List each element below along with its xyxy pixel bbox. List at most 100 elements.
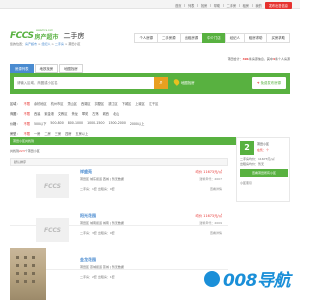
top-link-rent[interactable]: 租房 <box>243 3 249 8</box>
filter-option[interactable]: 文教区 <box>58 111 68 116</box>
free-post-button[interactable]: + 免费发布房源 <box>251 77 286 89</box>
listing-building-photo[interactable] <box>10 248 46 300</box>
filter-option[interactable]: 800-1000 <box>68 121 83 125</box>
filter-option[interactable]: 古荡 <box>92 111 98 116</box>
tab-secondhand[interactable]: 二手房源 <box>157 33 180 43</box>
listing-price: 均价 11673元/㎡ <box>195 170 222 174</box>
filter-option[interactable]: 不限 <box>24 101 30 106</box>
listing-title[interactable]: 阳光花园 <box>80 213 96 219</box>
sort-default[interactable]: 默认排序 <box>14 160 26 164</box>
sidebar-row: 出租房均价：暂无 <box>240 162 265 166</box>
breadcrumb-item[interactable]: 经纪人 <box>41 42 50 46</box>
filter-option[interactable]: 紫金港 <box>44 111 54 116</box>
filter-option[interactable]: 上城区 <box>135 101 145 106</box>
listing-meta: 二手房：1套 出租房：0套 <box>80 187 115 191</box>
listing-title[interactable]: 金龙花园 <box>80 257 96 263</box>
plus-icon: + <box>256 81 260 85</box>
top-link-home[interactable]: 首页 <box>175 3 181 8</box>
top-link-help[interactable]: 帮助 <box>214 3 220 8</box>
site-logo[interactable]: FCCS 房产超市 www.fccs.com 二手房 <box>10 29 85 41</box>
filter-key: 价格： <box>10 121 20 126</box>
filter-option[interactable]: 二房 <box>44 131 50 136</box>
filter-option[interactable]: 江干区 <box>149 101 159 106</box>
search-icon: ⌕ <box>159 79 163 86</box>
watermark: 008导航 <box>204 266 291 291</box>
filter-option[interactable]: 不限 <box>24 111 30 116</box>
breadcrumb-item[interactable]: 房产超市 <box>25 42 37 46</box>
search-button[interactable]: ⌕ <box>154 77 168 89</box>
tab-agent[interactable]: 经纪人 <box>224 33 244 43</box>
tab-buy-help[interactable]: 买房求助 <box>266 33 290 43</box>
filter-option[interactable]: 拱墅区 <box>95 101 105 106</box>
filter-option[interactable]: 下城区 <box>122 101 132 106</box>
listing-detail-link[interactable]: 查看详情 <box>210 187 222 191</box>
listing-price: 均价 11673元/㎡ <box>195 214 222 218</box>
divider <box>239 4 240 7</box>
filter-row-price: 价格： 不限 500以下 500-800 800-1000 1000-1500 … <box>10 118 290 128</box>
top-link-mine[interactable]: 我的 <box>256 3 262 8</box>
post-listing-button[interactable]: 发布出售信息 <box>264 2 292 9</box>
filter-option[interactable]: 1500-2000 <box>108 121 125 125</box>
window <box>24 264 27 267</box>
window <box>32 272 35 275</box>
top-link-find[interactable]: 找房 <box>201 3 207 8</box>
filter-option[interactable]: 五房以上 <box>75 131 88 136</box>
filter-option[interactable]: 一房 <box>34 131 40 136</box>
sidebar-row: 二手房均价：11673元/㎡ <box>240 157 275 161</box>
map-pin-icon <box>172 78 181 86</box>
listing-title[interactable]: 祥盛苑 <box>80 169 92 175</box>
breadcrumb: 您的位置：房产超市 > 经纪人 > 二手房 > 莆田小区 <box>10 42 81 46</box>
filter-option[interactable]: 杭州市区 <box>51 101 64 106</box>
listing-detail-link[interactable]: 查看详情 <box>210 231 222 235</box>
tab-agency[interactable]: 中介门店 <box>202 33 225 43</box>
breadcrumb-item[interactable]: 二手房 <box>55 42 64 46</box>
filter-row-district: 商圈： 不限 西溪 紫金港 文教区 黄龙 翠苑 古荡 城西 北山 <box>10 108 290 118</box>
filter-option[interactable]: 北山 <box>113 111 119 116</box>
top-bar: 首页 列表 找房 帮助 二手房 租房 我的 发布出售信息 <box>0 0 300 9</box>
filter-option[interactable]: 不限 <box>24 121 30 126</box>
free-post-label: 免费发布房源 <box>260 81 281 85</box>
subtab-subway[interactable]: 地铁找房 <box>34 64 59 73</box>
listing-year: 建筑年代：2009 <box>199 221 222 225</box>
filter-option[interactable]: 萧山区 <box>67 101 77 106</box>
filter-option[interactable]: 西湖区 <box>81 101 91 106</box>
top-link-secondhand[interactable]: 二手房 <box>227 3 237 8</box>
count-prefix: 共找到 <box>10 149 20 153</box>
listing-meta: 二手房：3套 出租房：0套 <box>80 231 115 235</box>
window <box>16 256 19 259</box>
filter-option[interactable]: 西溪 <box>34 111 40 116</box>
filter-option[interactable]: 2000以上 <box>130 121 145 126</box>
listing-address: 莆田区 城南街道 城南 | 暂无数据 <box>80 221 124 225</box>
top-link-list[interactable]: 列表 <box>188 3 194 8</box>
filter-option[interactable]: 余杭地区 <box>34 101 47 106</box>
listing-address: 莆田区 荔城街道 荔城 | 暂无数据 <box>80 265 124 269</box>
divider <box>197 4 198 7</box>
filter-option[interactable]: 黄龙 <box>71 111 77 116</box>
tab-personal[interactable]: 个人房源 <box>134 33 158 43</box>
filter-option[interactable]: 城西 <box>103 111 109 116</box>
sidebar-index[interactable]: 小区索引 <box>240 181 252 185</box>
sidebar-title: 莆田小区 <box>257 142 270 146</box>
subtab-list[interactable]: 房源列表 <box>10 64 34 73</box>
filter-option[interactable]: 1000-1500 <box>87 121 104 125</box>
filter-option[interactable]: 三房 <box>55 131 61 136</box>
filter-option[interactable]: 滨江区 <box>108 101 118 106</box>
filter-option[interactable]: 翠苑 <box>82 111 88 116</box>
window <box>32 256 35 259</box>
subtab-map[interactable]: 地图找房 <box>59 64 83 73</box>
map-search-button[interactable]: 地图找房 <box>172 78 195 86</box>
tab-rent-help[interactable]: 租房求助 <box>243 33 267 43</box>
listing-thumbnail[interactable]: FCCS <box>36 174 69 198</box>
view-all-button[interactable]: 查看莆田所有小区 <box>240 169 288 177</box>
top-bar-links: 首页 列表 找房 帮助 二手房 租房 我的 发布出售信息 <box>175 2 292 9</box>
search-input[interactable] <box>14 77 154 89</box>
filter-option[interactable]: 四房 <box>65 131 71 136</box>
listing-thumbnail[interactable]: FCCS <box>36 218 69 242</box>
divider <box>223 4 224 7</box>
filter-option[interactable]: 不限 <box>24 131 30 136</box>
filter-option[interactable]: 500以下 <box>34 121 46 126</box>
tab-rental[interactable]: 出租房源 <box>179 33 203 43</box>
nav-tabs: 个人房源 二手房源 出租房源 中介门店 经纪人 租房求助 买房求助 <box>134 33 290 43</box>
listing-year: 建筑年代：2007 <box>199 177 222 181</box>
filter-option[interactable]: 500-800 <box>50 121 63 125</box>
